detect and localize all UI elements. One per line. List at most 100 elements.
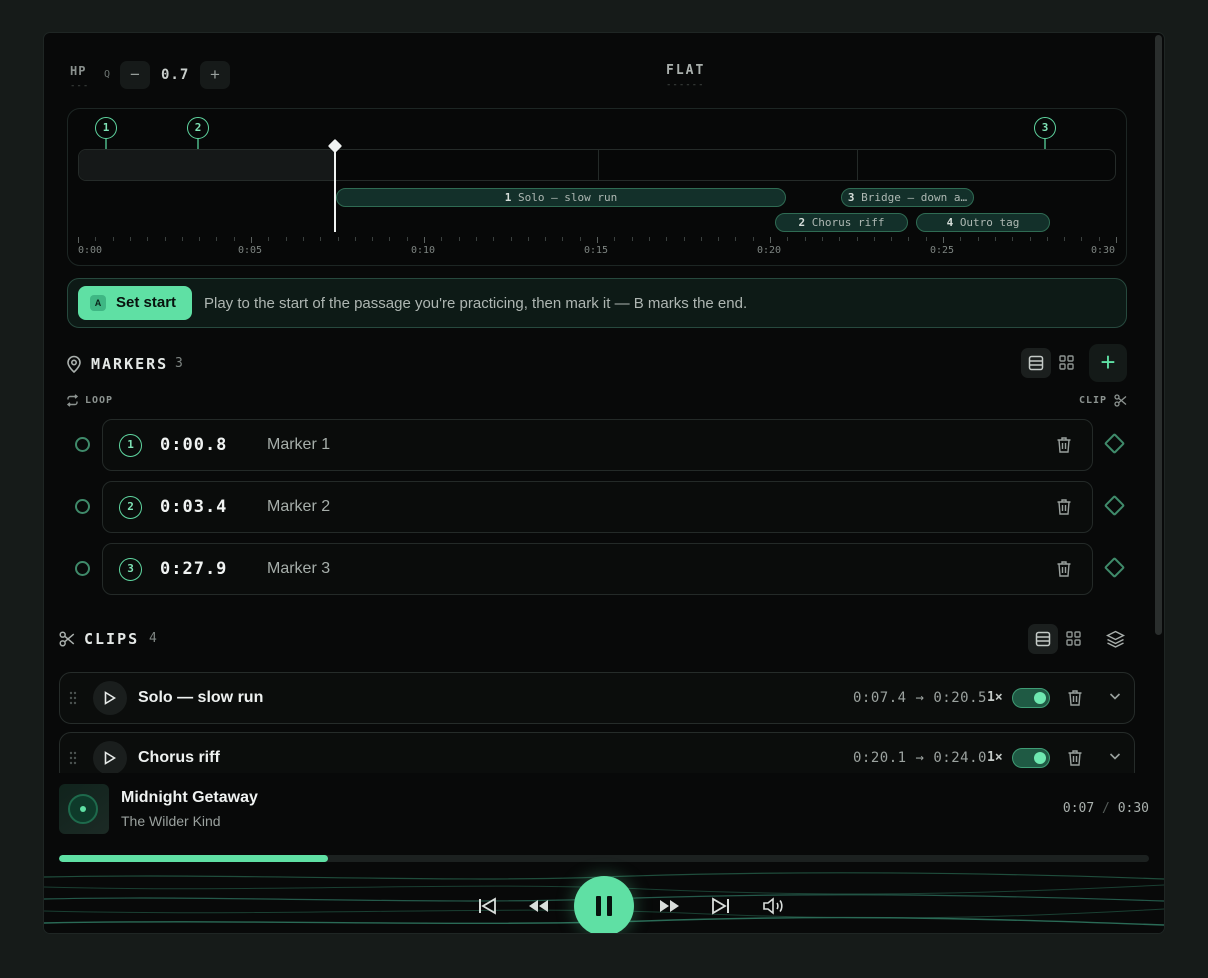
clip-toggle[interactable] <box>1103 556 1126 579</box>
markers-list-view-button[interactable] <box>1021 348 1051 378</box>
loop-radio[interactable] <box>75 437 90 452</box>
transport-controls <box>44 876 1164 933</box>
timeline-marker-pin[interactable]: 1 <box>95 117 117 149</box>
timeline-track[interactable] <box>78 149 1116 181</box>
clip-rate[interactable]: 1× <box>987 750 1003 765</box>
pin-stem <box>105 139 107 149</box>
drag-handle-icon[interactable] <box>69 751 77 765</box>
clip-name[interactable]: Chorus riff <box>138 749 220 767</box>
q-label: Q <box>104 69 111 80</box>
playhead[interactable] <box>334 142 336 232</box>
clips-grid-view-button[interactable] <box>1058 624 1088 654</box>
timeline-clip-label: Outro tag <box>959 216 1020 229</box>
timeline-clip[interactable]: 1 Solo — slow run <box>336 188 786 207</box>
ruler-tick <box>475 237 477 241</box>
ruler-tick <box>1064 237 1066 241</box>
marker-name[interactable]: Marker 1 <box>267 436 330 454</box>
marker-row: 1 0:00.8 Marker 1 <box>67 419 1127 471</box>
filter-type-underline: --- <box>70 81 90 91</box>
ruler-tick <box>718 237 720 241</box>
set-start-button[interactable]: A Set start <box>78 286 192 320</box>
trash-icon[interactable] <box>1067 689 1083 707</box>
ruler-tick <box>925 237 927 241</box>
fast-forward-icon[interactable] <box>656 894 682 918</box>
list-view-icon <box>1035 631 1051 647</box>
q-decrease-button[interactable]: − <box>120 61 150 89</box>
timeline-clip-label: Chorus riff <box>811 216 885 229</box>
play-icon <box>104 690 117 705</box>
trash-icon[interactable] <box>1067 749 1083 767</box>
progress-bar[interactable] <box>59 855 1149 862</box>
filter-type[interactable]: HP <box>70 64 86 78</box>
marker-card[interactable]: 2 0:03.4 Marker 2 <box>102 481 1093 533</box>
timeline-clip[interactable]: 4 Outro tag <box>916 213 1050 232</box>
loop-radio[interactable] <box>75 499 90 514</box>
ruler-tick <box>943 237 944 243</box>
clip-toggle[interactable] <box>1103 494 1126 517</box>
track-divider <box>857 150 858 180</box>
marker-name[interactable]: Marker 3 <box>267 560 330 578</box>
scrollbar[interactable] <box>1155 35 1162 635</box>
clips-list-view-button[interactable] <box>1028 624 1058 654</box>
chevron-down-icon[interactable] <box>1108 689 1122 703</box>
clip-row[interactable]: Solo — slow run 0:07.4 → 0:20.5 1× <box>59 672 1135 724</box>
timeline-clip[interactable]: 3 Bridge — down a… <box>841 188 974 207</box>
trash-icon[interactable] <box>1056 498 1072 516</box>
clips-title: CLIPS <box>84 630 140 648</box>
ruler-tick <box>216 237 218 241</box>
timeline-clip-number: 4 <box>946 216 954 229</box>
marker-card[interactable]: 3 0:27.9 Marker 3 <box>102 543 1093 595</box>
marker-card[interactable]: 1 0:00.8 Marker 1 <box>102 419 1093 471</box>
timeline-clip[interactable]: 2 Chorus riff <box>775 213 908 232</box>
banner-hint: Play to the start of the passage you're … <box>204 295 748 312</box>
track-divider <box>598 150 599 180</box>
timeline[interactable]: 1 2 3 1 Solo — slow run 3 Bridge — down … <box>67 108 1127 266</box>
app-panel: HP --- Q − 0.7 + FLAT ------ 1 2 3 1 Sol… <box>44 33 1164 933</box>
track-played-region <box>79 150 335 180</box>
ruler-tick <box>285 237 287 241</box>
map-pin-icon <box>66 355 82 378</box>
tick-label: 0:05 <box>238 245 263 256</box>
clip-enable-switch[interactable] <box>1012 748 1050 768</box>
chevron-down-icon[interactable] <box>1108 749 1122 763</box>
loop-icon <box>66 394 79 412</box>
markers-grid-view-button[interactable] <box>1051 348 1081 378</box>
ruler-tick <box>735 237 737 241</box>
skip-next-icon[interactable] <box>708 894 734 918</box>
timeline-marker-pin[interactable]: 2 <box>187 117 209 149</box>
pin-number: 2 <box>187 117 209 139</box>
ruler-tick <box>233 237 235 241</box>
ruler-tick <box>164 237 166 241</box>
ruler-tick <box>700 237 702 241</box>
ruler-tick <box>268 237 270 241</box>
pause-button[interactable] <box>574 876 634 933</box>
ruler-tick <box>1029 237 1031 241</box>
ruler-tick <box>1098 237 1100 241</box>
layers-button[interactable] <box>1100 624 1130 654</box>
pin-stem <box>197 139 199 149</box>
skip-previous-icon[interactable] <box>474 894 500 918</box>
clip-rate[interactable]: 1× <box>987 690 1003 705</box>
eq-preset[interactable]: FLAT <box>666 63 705 78</box>
clip-name[interactable]: Solo — slow run <box>138 689 263 707</box>
rewind-icon[interactable] <box>526 894 552 918</box>
clips-count: 4 <box>149 631 157 646</box>
clip-play-button[interactable] <box>93 681 127 715</box>
ruler-tick <box>1012 237 1014 241</box>
drag-handle-icon[interactable] <box>69 691 77 705</box>
clip-enable-switch[interactable] <box>1012 688 1050 708</box>
timeline-marker-pin[interactable]: 3 <box>1034 117 1056 149</box>
add-marker-button[interactable]: + <box>1089 344 1127 382</box>
ruler-tick <box>129 237 131 241</box>
ruler-tick <box>579 237 581 241</box>
volume-icon[interactable] <box>760 894 786 918</box>
trash-icon[interactable] <box>1056 560 1072 578</box>
marker-name[interactable]: Marker 2 <box>267 498 330 516</box>
loop-radio[interactable] <box>75 561 90 576</box>
clip-play-button[interactable] <box>93 741 127 775</box>
q-increase-button[interactable]: + <box>200 61 230 89</box>
tick-label: 0:00 <box>78 245 103 256</box>
trash-icon[interactable] <box>1056 436 1072 454</box>
track-artist: The Wilder Kind <box>121 813 221 829</box>
clip-toggle[interactable] <box>1103 432 1126 455</box>
